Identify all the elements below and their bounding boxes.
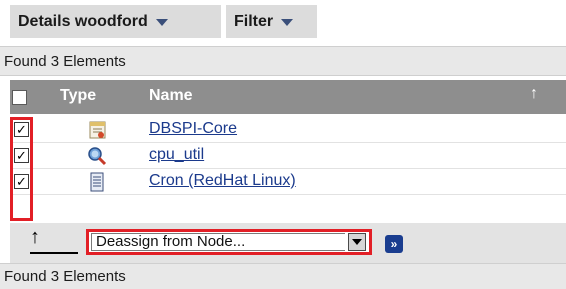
- policy-link[interactable]: cpu_util: [149, 146, 204, 164]
- policy-link[interactable]: Cron (RedHat Linux): [149, 172, 296, 190]
- tab-filter[interactable]: Filter: [226, 5, 317, 38]
- tab-filter-label: Filter: [234, 12, 274, 30]
- table-row: ✓ cpu_util: [10, 143, 566, 169]
- document-icon: [86, 172, 108, 192]
- row-checkbox[interactable]: ✓: [14, 148, 29, 163]
- row-checkbox[interactable]: ✓: [14, 122, 29, 137]
- table-header: Type Name ↑: [10, 80, 566, 114]
- action-bar: ↑ Deassign from Node... »: [10, 223, 566, 263]
- chevron-down-icon[interactable]: [348, 233, 366, 251]
- tab-bar: Details woodford Filter: [0, 0, 566, 40]
- policy-link[interactable]: DBSPI-Core: [149, 120, 237, 138]
- column-header-name[interactable]: Name: [149, 87, 193, 105]
- sort-ascending-icon[interactable]: ↑: [530, 85, 538, 103]
- action-select-value: Deassign from Node...: [91, 233, 345, 251]
- chevron-down-icon[interactable]: [155, 19, 168, 26]
- chevron-down-icon[interactable]: [281, 19, 294, 26]
- go-button[interactable]: »: [385, 235, 403, 253]
- details-panel: Details woodford Filter Found 3 Elements…: [0, 0, 566, 289]
- monitor-magnifier-icon: [86, 146, 108, 166]
- arrow-line: [30, 252, 78, 254]
- policy-icon: [86, 120, 108, 140]
- arrow-up-icon: ↑: [30, 226, 40, 248]
- table-row: ✓ DBSPI-Core: [10, 117, 566, 143]
- results-count: Found 3 Elements: [0, 263, 566, 289]
- action-select[interactable]: Deassign from Node...: [86, 229, 372, 255]
- table-row: ✓ Cron (RedHat Linux): [10, 169, 566, 195]
- tab-details-label: Details woodford: [18, 12, 148, 30]
- column-header-type[interactable]: Type: [60, 87, 96, 105]
- select-all-checkbox[interactable]: [12, 90, 27, 105]
- results-count: Found 3 Elements: [0, 46, 566, 76]
- tab-details[interactable]: Details woodford: [10, 5, 221, 38]
- row-checkbox[interactable]: ✓: [14, 174, 29, 189]
